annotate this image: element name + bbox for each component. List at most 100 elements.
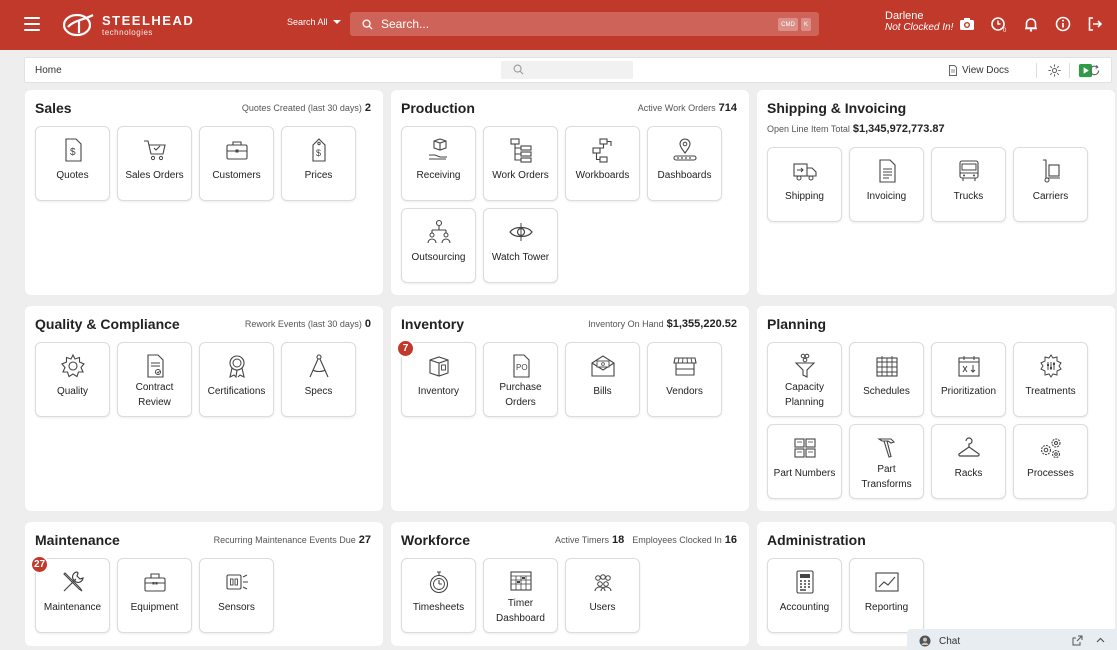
tile-part-numbers[interactable]: Part Numbers [767, 424, 842, 499]
tile-work-orders[interactable]: Work Orders [483, 126, 558, 201]
tile-users[interactable]: Users [565, 558, 640, 633]
tile-receiving[interactable]: Receiving [401, 126, 476, 201]
brand-tagline: technologies [102, 27, 153, 37]
tile-contract-review[interactable]: Contract Review [117, 342, 192, 417]
svg-text:0: 0 [1003, 28, 1007, 33]
tile-workboards[interactable]: Workboards [565, 126, 640, 201]
breadcrumb[interactable]: Home [35, 65, 62, 76]
stat-value: 18 [611, 534, 625, 546]
award-icon [229, 355, 245, 379]
tree-list-icon [510, 138, 532, 163]
tile-capacity-planning[interactable]: Capacity Planning [767, 342, 842, 417]
clock-status: Not Clocked In! [885, 22, 954, 34]
stat-value: 0 [364, 318, 371, 330]
tile-customers[interactable]: Customers [199, 126, 274, 201]
user-info[interactable]: Darlene Not Clocked In! [885, 10, 953, 33]
toolbox-icon [144, 573, 166, 592]
refresh-icon[interactable] [1087, 63, 1102, 78]
tile-purchase-orders[interactable]: PO Purchase Orders [483, 342, 558, 417]
svg-text:$: $ [316, 148, 321, 158]
tile-label-line: Orders [505, 396, 536, 408]
tile-quality[interactable]: Quality [35, 342, 110, 417]
tile-label: Contract Review [120, 381, 189, 410]
tile-certifications[interactable]: Certifications [199, 342, 274, 417]
tile-schedules[interactable]: Schedules [849, 342, 924, 417]
tile-sales-orders[interactable]: Sales Orders [117, 126, 192, 201]
tile-part-transforms[interactable]: Part Transforms [849, 424, 924, 499]
tile-label-line: Purchase [499, 382, 542, 393]
stat-value: 2 [364, 102, 371, 114]
dashboard-grid-icon [510, 571, 532, 591]
chat-avatar-icon [919, 635, 931, 647]
search-input[interactable] [381, 17, 761, 31]
brand-name: STEELHEAD [102, 12, 195, 28]
info-icon[interactable] [1054, 15, 1072, 33]
popout-icon[interactable] [1072, 635, 1083, 646]
tile-reporting[interactable]: Reporting [849, 558, 924, 633]
cart-icon [144, 140, 166, 161]
page-search[interactable] [501, 61, 633, 79]
tile-outsourcing[interactable]: Outsourcing [401, 208, 476, 283]
tile-shipping[interactable]: Shipping [767, 147, 842, 222]
stat-label: Recurring Maintenance Events Due [213, 535, 356, 545]
tile-label: Reporting [864, 602, 909, 613]
tile-label: Sales Orders [125, 170, 184, 181]
stat-value: 27 [358, 534, 371, 546]
search-icon [513, 64, 524, 75]
tile-treatments[interactable]: Treatments [1013, 342, 1088, 417]
tile-racks[interactable]: Racks [931, 424, 1006, 499]
tile-label: Part Transforms [852, 463, 921, 492]
panel-stat: Active Work Orders 714 [638, 102, 737, 114]
camera-icon[interactable] [958, 15, 976, 33]
tile-vendors[interactable]: Vendors [647, 342, 722, 417]
tile-label: Sensors [218, 602, 255, 613]
panel-stat: Inventory On Hand $1,355,220.52 [588, 318, 737, 330]
gear-sliders-icon [1040, 354, 1062, 378]
notification-badge: 27 [30, 555, 49, 574]
tile-label: Watch Tower [491, 252, 550, 263]
tile-trucks[interactable]: Trucks [931, 147, 1006, 222]
panel-title: Administration [767, 532, 866, 548]
tile-prioritization[interactable]: Prioritization [931, 342, 1006, 417]
search-scope-dropdown[interactable]: Search All [287, 17, 341, 27]
tile-prices[interactable]: $ Prices [281, 126, 356, 201]
workflow-icon [592, 138, 612, 163]
tile-label-line: Contract [135, 382, 174, 393]
tile-specs[interactable]: Specs [281, 342, 356, 417]
settings-icon[interactable] [1047, 63, 1062, 78]
chevron-up-icon[interactable] [1095, 635, 1106, 646]
bell-icon[interactable] [1022, 15, 1040, 33]
tile-timer-dashboard[interactable]: Timer Dashboard [483, 558, 558, 633]
tile-quotes[interactable]: $ Quotes [35, 126, 110, 201]
tile-label: Treatments [1025, 386, 1076, 397]
menu-icon[interactable] [24, 17, 40, 31]
global-search[interactable]: CMD K [350, 12, 819, 36]
tile-accounting[interactable]: Accounting [767, 558, 842, 633]
tile-label-line: Planning [785, 396, 824, 408]
po-document-icon: PO [513, 354, 530, 378]
view-docs-button[interactable]: View Docs [948, 65, 1009, 76]
tile-maintenance[interactable]: Maintenance 27 [30, 555, 110, 633]
stat-label: Active Timers [554, 535, 609, 545]
tile-inventory[interactable]: Inventory 7 [396, 339, 476, 417]
brand-logo[interactable]: STEELHEAD technologies [62, 12, 194, 38]
clock-icon[interactable]: 0 [990, 15, 1008, 33]
tile-bills[interactable]: Bills [565, 342, 640, 417]
logout-icon[interactable] [1086, 15, 1104, 33]
quality-compliance-panel: Quality & Compliance Rework Events (last… [25, 306, 383, 511]
document-icon [949, 65, 957, 76]
tile-sensors[interactable]: Sensors [199, 558, 274, 633]
production-panel: Production Active Work Orders 714 Receivi… [391, 90, 749, 295]
tile-carriers[interactable]: Carriers [1013, 147, 1088, 222]
calendar-grid-icon [876, 356, 898, 377]
tile-equipment[interactable]: Equipment [117, 558, 192, 633]
tile-invoicing[interactable]: Invoicing [849, 147, 924, 222]
tile-processes[interactable]: Processes [1013, 424, 1088, 499]
tools-icon [63, 571, 84, 592]
inventory-panel: Inventory Inventory On Hand $1,355,220.52… [391, 306, 749, 511]
tile-dashboards[interactable]: Dashboards [647, 126, 722, 201]
tile-watch-tower[interactable]: Watch Tower [483, 208, 558, 283]
chat-widget[interactable]: Chat [907, 629, 1117, 650]
delivery-truck-icon [793, 163, 817, 181]
tile-timesheets[interactable]: Timesheets [401, 558, 476, 633]
